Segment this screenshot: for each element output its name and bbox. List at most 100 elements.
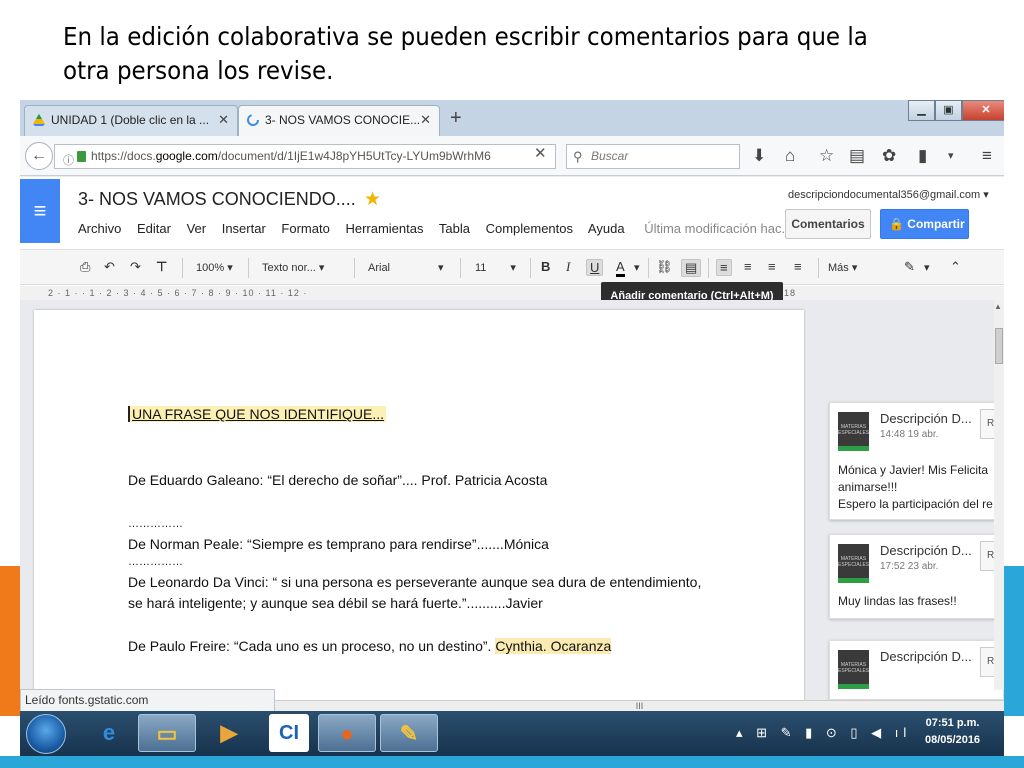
browser-screenshot: UNIDAD 1 (Doble clic en la ... ✕ 3- NOS …	[20, 100, 1004, 756]
align-left-icon[interactable]: ≡	[716, 259, 732, 276]
font-size-select[interactable]: 11 ▾	[475, 261, 516, 274]
comments-button[interactable]: Comentarios	[785, 209, 871, 239]
link-icon[interactable]: ⛓	[656, 259, 673, 275]
ruler-ticks: 2 · 1 · · 1 · 2 · 3 · 4 · 5 · 6 · 7 · 8 …	[48, 288, 308, 298]
collapse-toolbar-icon[interactable]: ⌃	[950, 259, 961, 275]
menu-complementos[interactable]: Complementos	[486, 221, 573, 236]
document-heading[interactable]: UNA FRASE QUE NOS IDENTIFIQUE...	[128, 406, 387, 422]
notes-app-icon[interactable]: ✎	[380, 714, 438, 752]
divider	[818, 258, 819, 278]
search-input[interactable]: ⚲ Buscar	[566, 144, 740, 169]
align-center-icon[interactable]: ≡	[744, 259, 752, 274]
ci-app-icon[interactable]: CI	[269, 714, 309, 752]
maximize-button[interactable]: ▣	[935, 100, 962, 121]
quote-line[interactable]: De Leonardo Da Vinci: “ si una persona e…	[128, 574, 701, 590]
back-button[interactable]: ←	[25, 142, 53, 170]
chevron-down-icon[interactable]: ▾	[634, 261, 640, 274]
url-domain: google.com	[155, 149, 218, 163]
quote-text: De Paulo Freire: “Cada uno es un proceso…	[128, 638, 492, 654]
battery-icon[interactable]: ▮	[918, 146, 927, 166]
menu-ayuda[interactable]: Ayuda	[588, 221, 625, 236]
docs-home-icon[interactable]: ≡	[20, 179, 60, 243]
menu-archivo[interactable]: Archivo	[78, 221, 121, 236]
quote-line[interactable]: se hará inteligente; y aunque sea débil …	[128, 595, 543, 611]
bookmarks-list-icon[interactable]: ▤	[849, 146, 865, 166]
vertical-scrollbar[interactable]: ▲	[994, 300, 1004, 690]
menu-herramientas[interactable]: Herramientas	[345, 221, 423, 236]
paint-format-icon[interactable]: ⊤	[156, 259, 167, 275]
firefox-icon[interactable]: ●	[318, 714, 376, 752]
font-select[interactable]: Arial ▾	[368, 261, 444, 274]
start-button[interactable]	[26, 714, 66, 754]
comment-card[interactable]: MATERIAS ESPECIALES Descripción D... 14:…	[829, 402, 1004, 520]
underline-button[interactable]: U	[586, 259, 604, 276]
document-title[interactable]: 3- NOS VAMOS CONOCIENDO....	[78, 189, 356, 210]
scrollbar-thumb[interactable]	[995, 328, 1003, 364]
quote-line[interactable]: De Paulo Freire: “Cada uno es un proceso…	[128, 638, 612, 654]
quote-line[interactable]: De Norman Peale: “Siempre es temprano pa…	[128, 536, 549, 552]
pencil-icon[interactable]: ✎	[904, 259, 915, 275]
comment-text: Mónica y Javier! Mis Felicita	[838, 463, 989, 477]
align-right-icon[interactable]: ≡	[768, 259, 776, 274]
menu-editar[interactable]: Editar	[137, 221, 171, 236]
home-icon[interactable]: ⌂	[785, 146, 795, 166]
minimize-button[interactable]: ▁	[908, 100, 935, 121]
url-bar[interactable]: ⓘ https://docs.google.com/document/d/1Ij…	[54, 144, 556, 169]
extension-icon[interactable]: ✿	[882, 146, 896, 166]
print-icon[interactable]: ⎙	[80, 259, 90, 275]
user-email[interactable]: descripciondocumental356@gmail.com ▾	[788, 188, 989, 201]
tab-unidad-1[interactable]: UNIDAD 1 (Doble clic en la ... ✕	[24, 105, 238, 136]
style-select[interactable]: Texto nor... ▾	[262, 261, 324, 274]
menu-bar: Archivo Editar Ver Insertar Formato Herr…	[78, 221, 804, 236]
clock[interactable]: 07:51 p.m. 08/05/2016	[925, 715, 980, 749]
info-icon[interactable]: ⓘ	[63, 150, 74, 168]
email-text: descripciondocumental356@gmail.com	[788, 189, 981, 201]
media-player-icon[interactable]: ▶	[200, 714, 258, 752]
menu-formato[interactable]: Formato	[281, 221, 329, 236]
menu-tabla[interactable]: Tabla	[439, 221, 470, 236]
star-icon[interactable]: ★	[364, 188, 381, 211]
text-color-button[interactable]: A	[616, 259, 625, 277]
divider	[530, 258, 531, 278]
document-page[interactable]: UNA FRASE QUE NOS IDENTIFIQUE... De Edua…	[34, 310, 804, 710]
divider	[460, 258, 461, 278]
close-tab-icon[interactable]: ✕	[218, 106, 229, 134]
last-modified-link[interactable]: Última modificación hac...	[644, 221, 792, 236]
zoom-select[interactable]: 100% ▾	[196, 261, 233, 274]
more-button[interactable]: Más ▾	[828, 261, 857, 274]
ruler[interactable]: 2 · 1 · · 1 · 2 · 3 · 4 · 5 · 6 · 7 · 8 …	[20, 286, 1004, 300]
internet-explorer-icon[interactable]: e	[80, 714, 138, 752]
bookmark-star-icon[interactable]: ☆	[819, 146, 834, 166]
comment-author: Descripción D...	[880, 411, 972, 426]
redo-icon[interactable]: ↷	[130, 259, 141, 275]
close-window-button[interactable]: ✕	[962, 100, 1004, 121]
menu-ver[interactable]: Ver	[187, 221, 207, 236]
menu-icon[interactable]: ≡	[982, 146, 992, 166]
comment-card[interactable]: MATERIAS ESPECIALES Descripción D... Re	[829, 640, 1004, 700]
scroll-up-icon[interactable]: ▲	[994, 302, 1002, 311]
add-comment-button[interactable]: ▤	[681, 259, 702, 277]
comment-card[interactable]: MATERIAS ESPECIALES Descripción D... 17:…	[829, 534, 1004, 619]
tab-nos-vamos-conociendo[interactable]: 3- NOS VAMOS CONOCIE... ✕	[238, 105, 440, 136]
bold-button[interactable]: B	[541, 259, 550, 274]
system-tray[interactable]: ▴ ⊞ ✎ ▮ ⊙ ▯ ◀ ıl	[736, 725, 911, 741]
italic-button[interactable]: I	[566, 259, 570, 275]
new-tab-button[interactable]: +	[450, 105, 462, 131]
divider	[248, 258, 249, 278]
highlighted-name[interactable]: Cynthia. Ocaranza	[495, 638, 612, 654]
comment-author: Descripción D...	[880, 649, 972, 664]
undo-icon[interactable]: ↶	[104, 259, 115, 275]
avatar-text: MATERIAS ESPECIALES	[838, 662, 870, 674]
justify-icon[interactable]: ≡	[794, 259, 802, 274]
clear-url-icon[interactable]: ✕	[534, 144, 547, 162]
close-tab-icon[interactable]: ✕	[420, 106, 431, 134]
quote-line[interactable]: De Eduardo Galeano: “El derecho de soñar…	[128, 472, 547, 488]
file-explorer-icon[interactable]: ▭	[138, 714, 196, 752]
chevron-down-icon[interactable]: ▾	[924, 261, 930, 274]
heading-text: UNA FRASE QUE NOS IDENTIFIQUE...	[128, 406, 387, 422]
more-label: Más	[828, 262, 849, 274]
share-button[interactable]: 🔒 Compartir	[880, 209, 969, 239]
download-icon[interactable]: ⬇	[752, 146, 766, 166]
dropdown-arrow-icon[interactable]: ▾	[948, 149, 954, 162]
menu-insertar[interactable]: Insertar	[222, 221, 266, 236]
